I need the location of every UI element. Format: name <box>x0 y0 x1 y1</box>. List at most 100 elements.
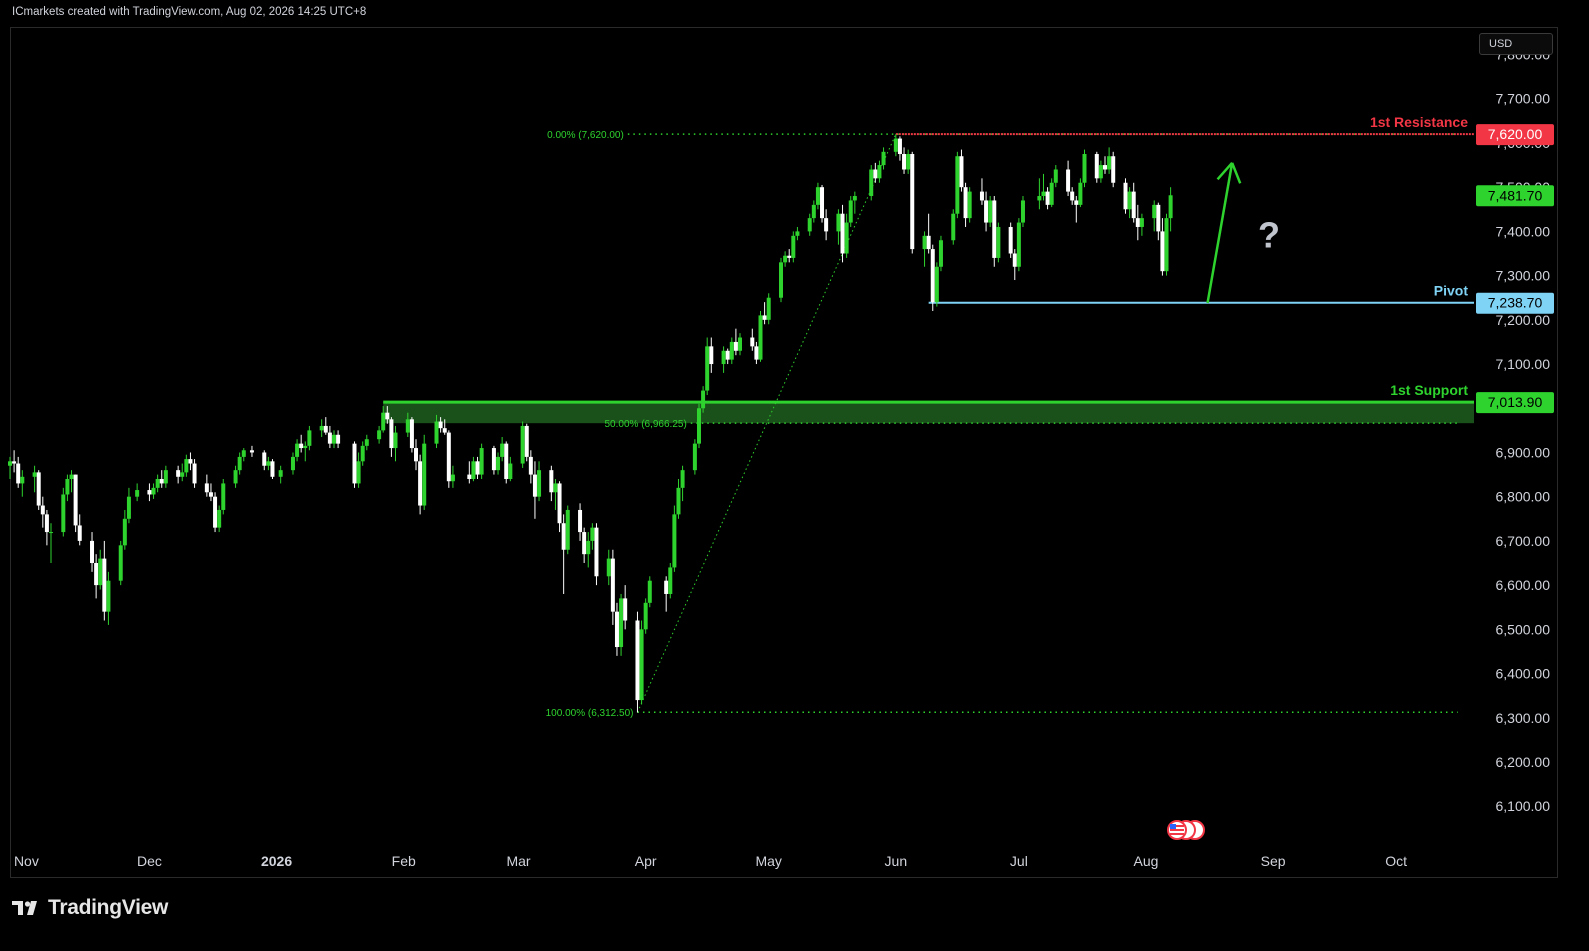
candle[interactable] <box>32 465 37 493</box>
candle[interactable] <box>40 496 45 528</box>
candle[interactable] <box>204 474 209 497</box>
candle[interactable] <box>336 430 341 449</box>
candle[interactable] <box>94 554 99 599</box>
candle[interactable] <box>984 191 989 232</box>
candle[interactable] <box>233 465 238 488</box>
candle[interactable] <box>614 602 619 656</box>
candle[interactable] <box>766 293 771 325</box>
candle[interactable] <box>1098 160 1103 183</box>
candle[interactable] <box>524 423 529 462</box>
candle[interactable] <box>725 348 730 365</box>
candle[interactable] <box>815 182 820 210</box>
candle[interactable] <box>520 421 525 468</box>
candle[interactable] <box>680 465 685 502</box>
candle[interactable] <box>721 346 726 373</box>
candle[interactable] <box>1008 222 1013 258</box>
candle[interactable] <box>877 160 882 183</box>
candle[interactable] <box>1103 156 1107 174</box>
candle[interactable] <box>996 222 1001 263</box>
candle[interactable] <box>479 443 484 480</box>
candle[interactable] <box>639 620 644 705</box>
candle[interactable] <box>610 549 615 625</box>
candle[interactable] <box>820 184 825 223</box>
candle[interactable] <box>1107 147 1112 174</box>
candle[interactable] <box>418 454 423 515</box>
candle[interactable] <box>44 509 49 546</box>
candle[interactable] <box>553 479 558 510</box>
candle[interactable] <box>1045 187 1050 210</box>
candle[interactable] <box>49 523 54 564</box>
candle[interactable] <box>922 231 927 267</box>
candle[interactable] <box>237 452 242 475</box>
candle[interactable] <box>176 465 181 484</box>
candle[interactable] <box>1152 200 1157 232</box>
candle[interactable] <box>1123 178 1128 214</box>
candle[interactable] <box>1160 218 1165 276</box>
candle[interactable] <box>471 456 476 482</box>
candle[interactable] <box>988 196 993 227</box>
candle[interactable] <box>352 441 357 488</box>
candle[interactable] <box>1074 196 1079 223</box>
candle[interactable] <box>364 434 369 451</box>
candle[interactable] <box>537 461 542 502</box>
candle[interactable] <box>897 136 902 161</box>
candle[interactable] <box>126 487 131 524</box>
candle[interactable] <box>16 456 21 488</box>
candle[interactable] <box>266 456 271 471</box>
tradingview-logo[interactable]: TradingView <box>12 896 168 920</box>
candle[interactable] <box>467 461 472 484</box>
candle[interactable] <box>1037 178 1042 210</box>
candle[interactable] <box>582 527 587 564</box>
candle[interactable] <box>323 417 328 435</box>
candle[interactable] <box>446 430 451 488</box>
candle[interactable] <box>155 474 160 493</box>
candle[interactable] <box>307 425 312 451</box>
candle[interactable] <box>1082 149 1087 188</box>
candle[interactable] <box>902 147 907 174</box>
candle[interactable] <box>262 450 267 471</box>
candle[interactable] <box>528 450 533 484</box>
candle[interactable] <box>69 470 74 493</box>
candle[interactable] <box>241 448 246 462</box>
candle[interactable] <box>163 465 168 488</box>
candle[interactable] <box>450 465 455 488</box>
candle[interactable] <box>213 492 218 533</box>
candle[interactable] <box>840 204 845 263</box>
candle[interactable] <box>356 452 361 488</box>
candle[interactable] <box>1094 151 1099 183</box>
candle[interactable] <box>635 611 640 713</box>
candle[interactable] <box>619 593 624 656</box>
candle[interactable] <box>565 505 570 555</box>
candle[interactable] <box>705 337 710 395</box>
candle[interactable] <box>590 523 595 550</box>
candle[interactable] <box>795 226 800 241</box>
candle[interactable] <box>73 474 78 533</box>
candle[interactable] <box>414 439 419 471</box>
candle[interactable] <box>738 333 742 356</box>
candle[interactable] <box>561 514 566 594</box>
candle[interactable] <box>360 441 365 466</box>
candle[interactable] <box>824 209 829 241</box>
candle[interactable] <box>98 549 103 590</box>
candle[interactable] <box>811 200 816 223</box>
candle[interactable] <box>676 479 681 519</box>
candle[interactable] <box>549 465 554 502</box>
candle[interactable] <box>102 540 107 621</box>
candle[interactable] <box>331 430 336 449</box>
candle[interactable] <box>319 419 324 437</box>
candle[interactable] <box>647 576 652 608</box>
candle[interactable] <box>578 503 583 541</box>
candle[interactable] <box>754 341 759 365</box>
candle[interactable] <box>758 310 763 362</box>
candle[interactable] <box>951 209 956 245</box>
candle[interactable] <box>217 505 222 533</box>
candle[interactable] <box>643 598 648 634</box>
candle[interactable] <box>422 434 427 510</box>
candle[interactable] <box>270 459 275 480</box>
candle[interactable] <box>409 417 414 453</box>
candle[interactable] <box>623 585 628 630</box>
candle[interactable] <box>906 149 911 174</box>
candle[interactable] <box>869 165 874 201</box>
candle[interactable] <box>557 481 562 533</box>
candle[interactable] <box>963 182 968 227</box>
